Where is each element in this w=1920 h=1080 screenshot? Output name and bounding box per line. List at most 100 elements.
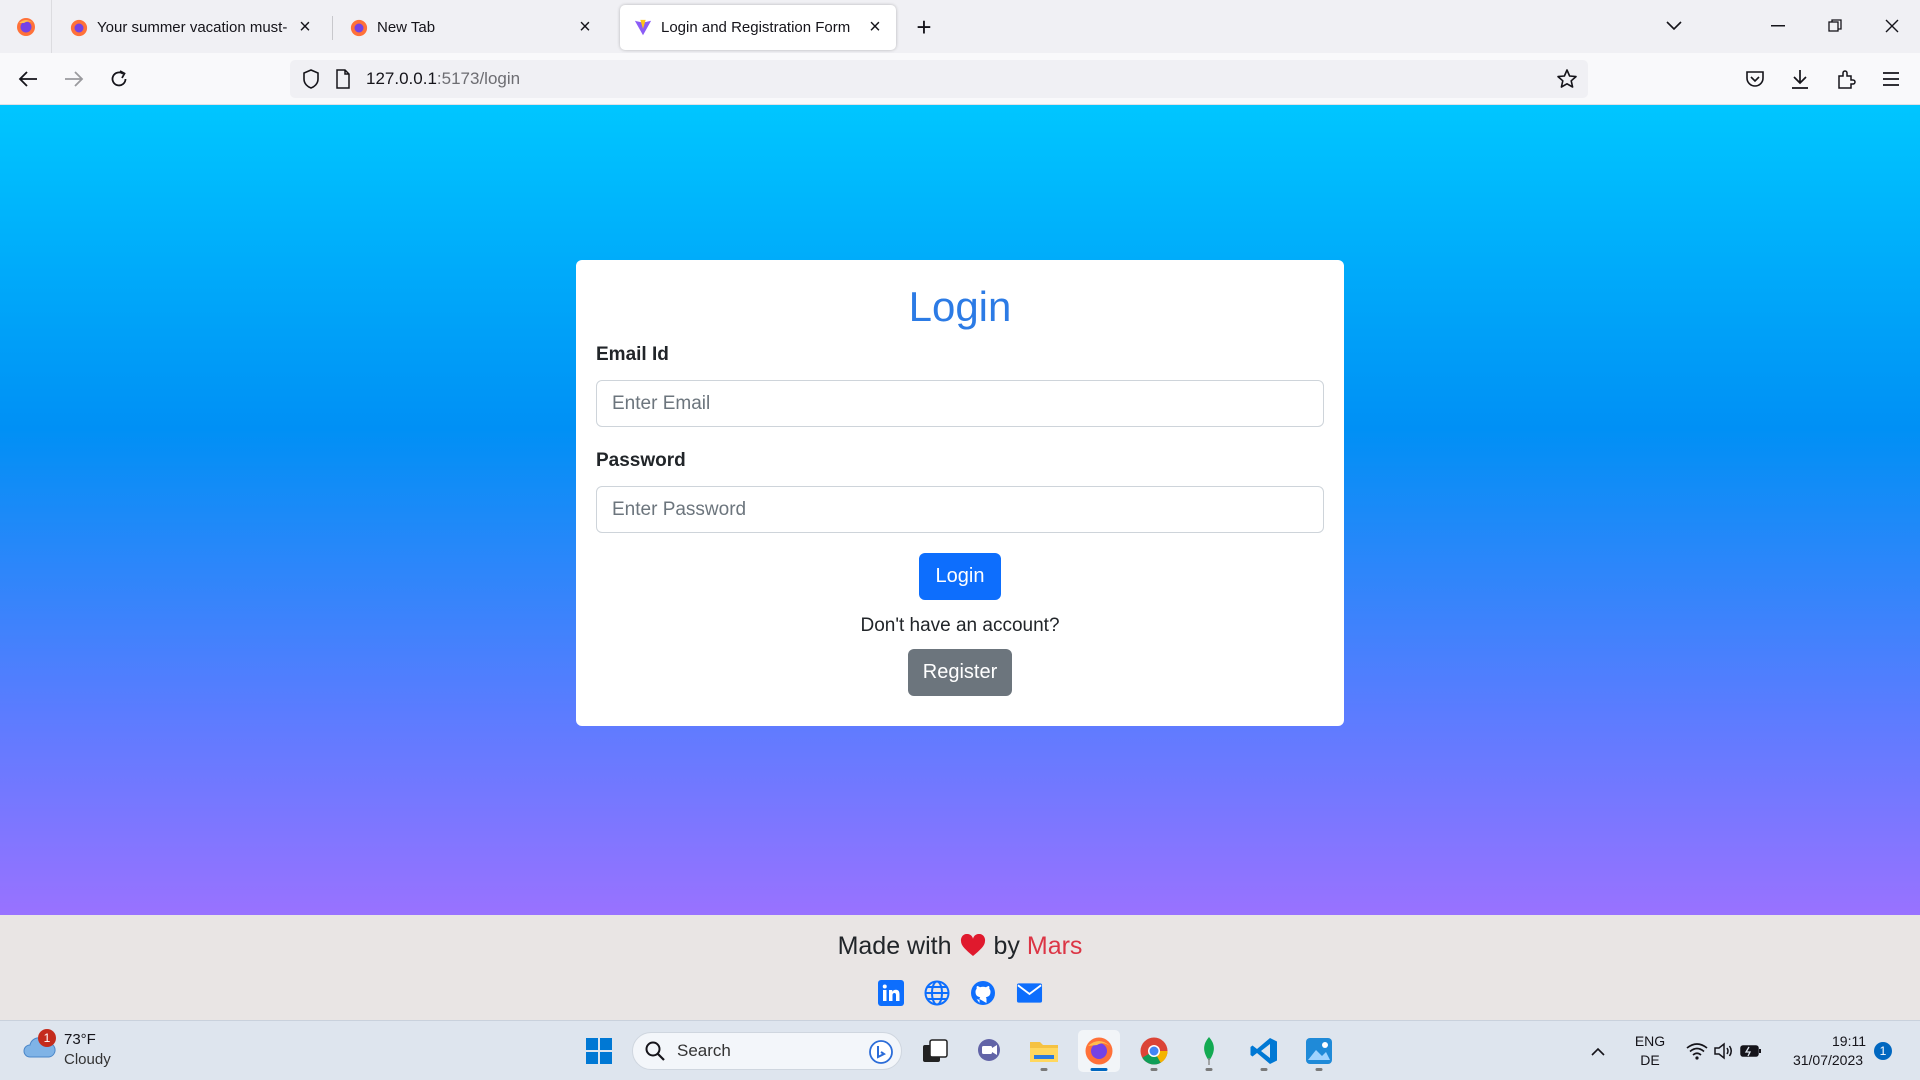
- pocket-button[interactable]: [1738, 62, 1772, 96]
- email-input[interactable]: [596, 380, 1324, 427]
- task-view-icon: [923, 1039, 948, 1062]
- chat-icon: [978, 1039, 1000, 1061]
- pocket-icon: [1746, 71, 1764, 87]
- back-button[interactable]: [11, 62, 45, 96]
- clock[interactable]: 19:11 31/07/2023: [1780, 1032, 1876, 1070]
- bookmark-star-icon[interactable]: [1556, 68, 1578, 90]
- close-window-button[interactable]: [1874, 10, 1910, 42]
- reload-button[interactable]: [102, 62, 136, 96]
- folder-icon: [1030, 1042, 1058, 1062]
- tab-title: New Tab: [377, 19, 436, 36]
- firefox-view-button[interactable]: [0, 0, 52, 53]
- photos-app-button[interactable]: [1298, 1030, 1340, 1072]
- page-icon[interactable]: [332, 68, 354, 90]
- email-label: Email Id: [596, 344, 669, 365]
- password-label: Password: [596, 450, 686, 471]
- reload-icon: [111, 70, 127, 87]
- social-links: [0, 979, 1920, 1006]
- made-with-label: Made with: [837, 932, 952, 960]
- firefox-taskbar-button[interactable]: [1078, 1030, 1120, 1072]
- teams-chat-button[interactable]: [968, 1030, 1010, 1072]
- running-indicator: [1315, 1068, 1323, 1071]
- clock-date: 31/07/2023: [1792, 1052, 1864, 1068]
- by-label: by: [993, 932, 1020, 960]
- vite-icon: [634, 19, 652, 35]
- login-title: Login: [908, 283, 1012, 330]
- downloads-button[interactable]: [1783, 62, 1817, 96]
- menu-button[interactable]: [1874, 62, 1908, 96]
- close-tab-icon[interactable]: ×: [864, 16, 886, 39]
- battery-icon: [1740, 1045, 1761, 1057]
- minimize-button[interactable]: [1760, 10, 1796, 42]
- plus-icon: +: [916, 11, 932, 42]
- wifi-icon: [1686, 1043, 1708, 1060]
- new-tab-button[interactable]: +: [908, 11, 940, 43]
- minimize-icon: [1771, 25, 1785, 27]
- author-name[interactable]: Mars: [1027, 932, 1083, 960]
- chevron-up-icon: [1591, 1047, 1605, 1056]
- mongodb-compass-button[interactable]: [1188, 1030, 1230, 1072]
- login-card: Login Email Id Password Login Don't have…: [576, 260, 1344, 726]
- tab-summer-vacation[interactable]: Your summer vacation must-have ×: [56, 5, 326, 50]
- download-icon: [1792, 70, 1808, 89]
- firefox-icon: [1085, 1037, 1113, 1065]
- photos-icon: [1306, 1038, 1332, 1064]
- password-input[interactable]: [596, 486, 1324, 533]
- extensions-button[interactable]: [1829, 62, 1863, 96]
- running-indicator: [1260, 1068, 1268, 1071]
- forward-button[interactable]: [57, 62, 91, 96]
- puzzle-icon: [1838, 70, 1856, 89]
- globe-icon[interactable]: [924, 979, 951, 1006]
- page-background: Login Email Id Password Login Don't have…: [0, 105, 1920, 915]
- restore-icon: [1828, 19, 1842, 32]
- address-bar[interactable]: 127.0.0.1:5173/login: [290, 60, 1588, 98]
- url-host: 127.0.0.1: [366, 69, 437, 88]
- page-footer: Made with by Mars: [0, 915, 1920, 1020]
- task-view-button[interactable]: [914, 1030, 956, 1072]
- weather-widget[interactable]: 1 73°F Cloudy: [20, 1029, 120, 1073]
- search-label: Search: [677, 1041, 731, 1060]
- bing-icon: [869, 1040, 893, 1064]
- language-indicator[interactable]: ENG DE: [1628, 1032, 1672, 1070]
- arrow-left-icon: [18, 71, 37, 87]
- shield-icon[interactable]: [300, 68, 322, 90]
- tab-title: Login and Registration Form: [661, 19, 851, 36]
- weather-condition: Cloudy: [64, 1051, 111, 1068]
- login-button-row: Login: [596, 533, 1324, 600]
- quick-settings-button[interactable]: [1684, 1030, 1764, 1072]
- chrome-icon: [1140, 1037, 1168, 1065]
- email-icon[interactable]: [1016, 979, 1043, 1006]
- tab-login-registration[interactable]: Login and Registration Form ×: [620, 5, 896, 50]
- running-indicator: [1040, 1068, 1048, 1071]
- heart-icon: [960, 933, 986, 965]
- chrome-taskbar-button[interactable]: [1133, 1030, 1175, 1072]
- volume-icon: [1714, 1042, 1732, 1060]
- show-hidden-icons-button[interactable]: [1582, 1030, 1614, 1072]
- notification-badge[interactable]: 1: [1874, 1042, 1892, 1060]
- github-icon[interactable]: [970, 979, 997, 1006]
- close-tab-icon[interactable]: ×: [294, 16, 316, 39]
- close-icon: [1885, 19, 1899, 33]
- tab-title: Your summer vacation must-have: [97, 19, 288, 36]
- vscode-icon: [1250, 1038, 1277, 1064]
- firefox-icon: [350, 19, 368, 36]
- start-button[interactable]: [578, 1030, 620, 1072]
- hamburger-menu-icon: [1883, 72, 1899, 86]
- url-path: :5173/login: [436, 69, 521, 88]
- close-tab-icon[interactable]: ×: [574, 16, 596, 39]
- file-explorer-button[interactable]: [1023, 1030, 1065, 1072]
- search-icon: [645, 1041, 665, 1061]
- active-indicator: [1090, 1068, 1108, 1071]
- linkedin-icon[interactable]: [878, 979, 905, 1006]
- vscode-button[interactable]: [1243, 1030, 1285, 1072]
- mongodb-leaf-icon: [1204, 1037, 1214, 1065]
- register-button-row: Register: [596, 639, 1324, 696]
- register-button[interactable]: Register: [908, 649, 1012, 696]
- tab-new-tab[interactable]: New Tab ×: [336, 5, 606, 50]
- login-button[interactable]: Login: [919, 553, 1001, 600]
- weather-temp: 73°F: [64, 1031, 96, 1048]
- list-all-tabs-button[interactable]: [1656, 10, 1692, 42]
- windows-icon: [586, 1038, 612, 1064]
- restore-button[interactable]: [1817, 10, 1853, 42]
- taskbar-search[interactable]: Search: [632, 1032, 902, 1070]
